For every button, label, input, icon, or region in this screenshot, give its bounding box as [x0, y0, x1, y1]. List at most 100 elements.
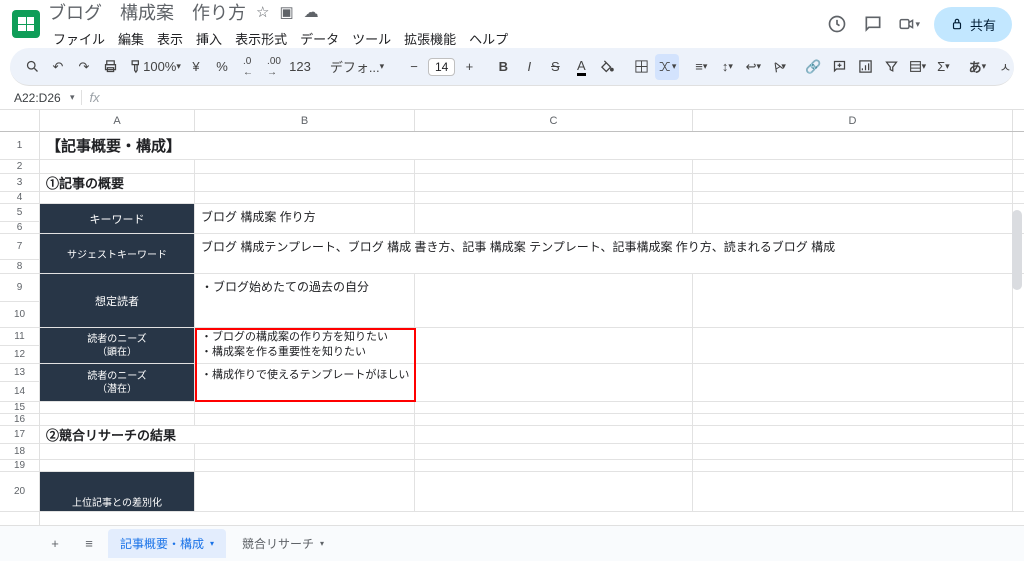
cell-a3[interactable]: ①記事の概要	[40, 174, 195, 191]
row-header[interactable]: 15	[0, 402, 39, 414]
cell-b13[interactable]: ・構成作りで使えるテンプレートがほしい	[195, 364, 415, 401]
decrease-font-button[interactable]: −	[402, 54, 426, 80]
cell-b11[interactable]: ・ブログの構成案の作り方を知りたい・構成案を作る重要性を知りたい	[195, 328, 415, 363]
italic-button[interactable]: I	[517, 54, 541, 80]
select-all-corner[interactable]	[0, 110, 39, 132]
menu-edit[interactable]: 編集	[113, 27, 149, 50]
cloud-saved-icon[interactable]: ☁	[304, 3, 319, 21]
row-header[interactable]: 1	[0, 132, 39, 160]
menu-extensions[interactable]: 拡張機能	[399, 27, 461, 50]
redo-icon[interactable]: ↷	[72, 54, 96, 80]
sheet-tab-active[interactable]: 記事概要・構成▾	[108, 529, 226, 558]
row-header[interactable]: 11	[0, 328, 39, 346]
row-header[interactable]: 8	[0, 260, 39, 274]
merge-button[interactable]: ▾	[655, 54, 679, 80]
cell-b5[interactable]: ブログ 構成案 作り方	[195, 204, 415, 233]
functions-button[interactable]: Σ ▾	[931, 54, 955, 80]
filter-button[interactable]	[879, 54, 903, 80]
tab-dropdown-icon[interactable]: ▾	[210, 539, 214, 548]
increase-font-button[interactable]: +	[457, 54, 481, 80]
cell-a17[interactable]: ②競合リサーチの結果	[40, 426, 195, 443]
row-header[interactable]: 4	[0, 192, 39, 204]
menu-view[interactable]: 表示	[152, 27, 188, 50]
cell-b9[interactable]: ・ブログ始めたての過去の自分	[195, 274, 415, 327]
all-sheets-button[interactable]: ≡	[74, 530, 104, 558]
menu-file[interactable]: ファイル	[48, 27, 110, 50]
cell-a13[interactable]: 読者のニーズ（潜在）	[40, 364, 195, 401]
fill-color-button[interactable]	[595, 54, 619, 80]
row-header[interactable]: 2	[0, 160, 39, 174]
column-header-b[interactable]: B	[195, 110, 415, 131]
input-tools-button[interactable]: あ ▾	[965, 54, 989, 80]
cell-a20[interactable]: 上位記事との差別化	[40, 472, 195, 511]
row-header[interactable]: 13	[0, 364, 39, 382]
row-header[interactable]: 19	[0, 460, 39, 472]
currency-button[interactable]: ¥	[184, 54, 208, 80]
increase-decimal-button[interactable]: .00→	[262, 54, 286, 80]
row-header[interactable]: 9	[0, 274, 39, 302]
row-header[interactable]: 3	[0, 174, 39, 192]
row-header[interactable]: 20	[0, 472, 39, 512]
sheet-tab-other[interactable]: 競合リサーチ▾	[230, 529, 336, 558]
vertical-align-button[interactable]: ↕ ▾	[715, 54, 739, 80]
row-header[interactable]: 17	[0, 426, 39, 444]
bold-button[interactable]: B	[491, 54, 515, 80]
row-header[interactable]: 12	[0, 346, 39, 364]
column-header-d[interactable]: D	[693, 110, 1013, 131]
insert-chart-button[interactable]	[853, 54, 877, 80]
zoom-dropdown[interactable]: 100% ▾	[150, 54, 174, 80]
strikethrough-button[interactable]: S	[543, 54, 567, 80]
cell-b7[interactable]: ブログ 構成テンプレート、ブログ 構成 書き方、記事 構成案 テンプレート、記事…	[195, 234, 1013, 273]
row-header[interactable]: 18	[0, 444, 39, 460]
percent-button[interactable]: %	[210, 54, 234, 80]
row-header[interactable]: 5	[0, 204, 39, 222]
cell-a5[interactable]: キーワード	[40, 204, 195, 233]
menu-data[interactable]: データ	[295, 27, 344, 50]
collapse-toolbar-icon[interactable]: ㅅ	[993, 54, 1017, 80]
text-rotation-button[interactable]: A ▾	[767, 54, 791, 80]
menu-tools[interactable]: ツール	[347, 27, 396, 50]
share-button[interactable]: 共有	[934, 7, 1012, 42]
horizontal-align-button[interactable]: ≡ ▾	[689, 54, 713, 80]
star-icon[interactable]: ☆	[256, 3, 269, 21]
cell-a11[interactable]: 読者のニーズ（顕在）	[40, 328, 195, 363]
row-header[interactable]: 7	[0, 234, 39, 260]
more-formats-button[interactable]: 123	[288, 54, 312, 80]
column-header-c[interactable]: C	[415, 110, 693, 131]
history-icon[interactable]	[826, 13, 848, 35]
font-size-input[interactable]: 14	[428, 58, 455, 76]
font-dropdown[interactable]: デフォ... ▾	[322, 54, 392, 80]
column-header-a[interactable]: A	[40, 110, 195, 131]
row-header[interactable]: 16	[0, 414, 39, 426]
row-header[interactable]: 6	[0, 222, 39, 234]
cell-a1[interactable]: 【記事概要・構成】	[40, 132, 195, 159]
filter-views-button[interactable]: ▾	[905, 54, 929, 80]
spreadsheet-grid[interactable]: 1234567891011121314151617181920 A B C D …	[0, 110, 1024, 540]
text-color-button[interactable]: A	[569, 54, 593, 80]
document-title[interactable]: ブログ 構成案 作り方	[48, 0, 246, 25]
row-header[interactable]: 14	[0, 382, 39, 402]
name-box[interactable]: A22:D26	[10, 89, 70, 107]
print-icon[interactable]	[98, 54, 122, 80]
move-icon[interactable]: ▣	[279, 3, 293, 21]
tab-dropdown-icon[interactable]: ▾	[320, 539, 324, 548]
undo-icon[interactable]: ↶	[46, 54, 70, 80]
menu-help[interactable]: ヘルプ	[464, 27, 513, 50]
vertical-scrollbar[interactable]	[1012, 210, 1022, 500]
text-wrap-button[interactable]: ↩ ▾	[741, 54, 765, 80]
cell-a9[interactable]: 想定読者	[40, 274, 195, 327]
insert-comment-button[interactable]	[827, 54, 851, 80]
comments-icon[interactable]	[862, 13, 884, 35]
row-header[interactable]: 10	[0, 302, 39, 328]
menu-format[interactable]: 表示形式	[230, 27, 292, 50]
meet-icon[interactable]: ▾	[898, 13, 920, 35]
insert-link-button[interactable]: 🔗	[801, 54, 825, 80]
add-sheet-button[interactable]: +	[40, 530, 70, 558]
menu-insert[interactable]: 挿入	[191, 27, 227, 50]
decrease-decimal-button[interactable]: .0←	[236, 54, 260, 80]
name-box-dropdown-icon[interactable]: ▾	[70, 92, 81, 103]
borders-button[interactable]	[629, 54, 653, 80]
search-menus-icon[interactable]	[20, 54, 44, 80]
cell-a7[interactable]: サジェストキーワード	[40, 234, 195, 273]
formula-bar[interactable]	[108, 96, 1024, 100]
